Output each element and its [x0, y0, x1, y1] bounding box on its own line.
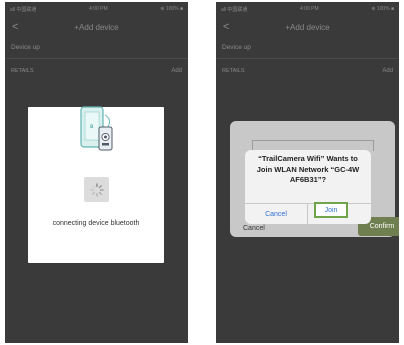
section-label: Device up: [11, 44, 40, 51]
section-label: Device up: [222, 44, 251, 51]
carrier-signal: all 中国联通: [221, 6, 248, 13]
alert-join-button[interactable]: Join: [314, 202, 348, 218]
nav-bar: < +Add device: [216, 16, 399, 38]
details-row: RETAILS Add: [216, 59, 399, 83]
svg-text:ʙ: ʙ: [90, 123, 94, 130]
loading-spinner: [84, 177, 109, 202]
bluetooth-connecting-modal: ʙ connecting device bluetooth: [28, 106, 164, 263]
battery-status: ⊕ 100% ■: [371, 6, 394, 12]
alert-button-divider: [307, 203, 308, 224]
alert-line-2: Join WLAN Network “GC-4W: [256, 164, 360, 174]
battery-status: ⊕ 100% ■: [160, 6, 183, 12]
alert-line-1: “TrailCamera Wifi” Wants to: [258, 154, 358, 163]
back-icon[interactable]: <: [223, 21, 229, 33]
join-network-alert: “TrailCamera Wifi” Wants to Join WLAN Ne…: [245, 150, 371, 224]
alert-message: “TrailCamera Wifi” Wants to Join WLAN Ne…: [249, 154, 367, 186]
add-link[interactable]: Add: [382, 68, 393, 74]
phone-left: all 中国联通 4:00 PM ⊕ 100% ■ < +Add device …: [5, 2, 188, 343]
back-icon[interactable]: <: [12, 21, 18, 33]
row-label: RETAILS: [11, 68, 34, 74]
loading-message: connecting device bluetooth: [52, 220, 140, 227]
details-row: RETAILS Add: [5, 59, 188, 83]
alert-cancel-button[interactable]: Cancel: [245, 204, 307, 224]
page-title: +Add device: [74, 22, 119, 32]
page-title: +Add device: [285, 22, 330, 32]
phone-right: all 中国联通 4:00 PM ⊕ 100% ■ < +Add device …: [216, 2, 399, 343]
phone-camera-illustration-icon: ʙ: [80, 106, 113, 151]
status-bar: all 中国联通 4:00 PM ⊕ 100% ■: [5, 2, 188, 16]
add-link[interactable]: Add: [171, 68, 182, 74]
alert-line-3: AF6B31”?: [289, 175, 327, 184]
status-bar: all 中国联通 4:00 PM ⊕ 100% ■: [216, 2, 399, 16]
spinner-icon: [89, 182, 104, 197]
status-time: 4:00 PM: [89, 6, 108, 12]
dialog-cancel-button[interactable]: Cancel: [243, 225, 265, 232]
carrier-signal: all 中国联通: [10, 6, 37, 13]
status-time: 4:00 PM: [300, 6, 319, 12]
screenshot-canvas: all 中国联通 4:00 PM ⊕ 100% ■ < +Add device …: [0, 0, 404, 345]
row-label: RETAILS: [222, 68, 245, 74]
nav-bar: < +Add device: [5, 16, 188, 38]
